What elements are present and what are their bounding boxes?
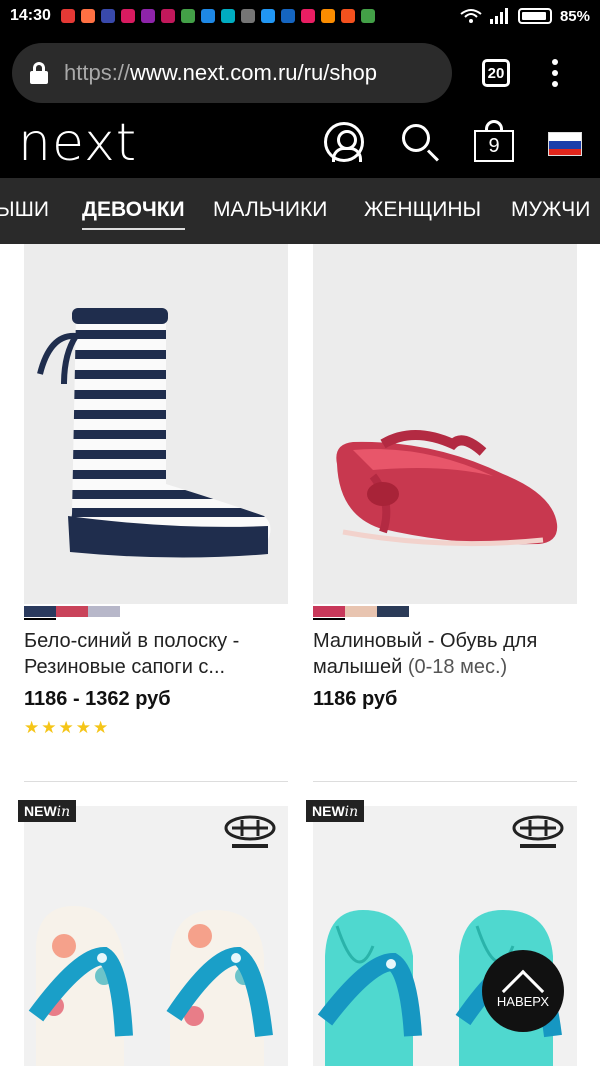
- notification-icon: [100, 9, 115, 23]
- notification-icon: [260, 9, 275, 23]
- badge-text-italic: in: [56, 804, 71, 820]
- status-time: 14:30: [10, 7, 51, 24]
- notification-icon: [280, 9, 295, 23]
- product-image[interactable]: [313, 244, 577, 604]
- back-to-top-button[interactable]: НАВЕРХ: [482, 950, 564, 1032]
- color-swatch[interactable]: [24, 606, 56, 617]
- color-swatch[interactable]: [377, 606, 409, 617]
- notification-icon: [300, 9, 315, 23]
- notification-icon: [80, 9, 95, 23]
- animal-brand-logo: [510, 814, 566, 854]
- browser-menu-icon[interactable]: [552, 59, 558, 87]
- color-swatches[interactable]: [313, 606, 409, 617]
- battery-icon: [517, 8, 552, 24]
- wifi-icon: [460, 9, 482, 23]
- nav-item[interactable]: ДЕВОЧКИ: [82, 178, 185, 244]
- product-price: 1186 руб: [313, 688, 398, 710]
- title-text: малышей: [313, 656, 408, 678]
- color-swatches[interactable]: [24, 606, 120, 617]
- product-title-line: Бело-синий в полоску -: [24, 630, 240, 652]
- selected-swatch-indicator: [24, 618, 56, 620]
- star-icon: ★: [75, 718, 91, 737]
- nav-item[interactable]: ЫШИ: [0, 178, 49, 244]
- category-nav: ЫШИ ДЕВОЧКИ МАЛЬЧИКИ ЖЕНЩИНЫ МУЖЧИ: [0, 178, 600, 244]
- status-bar: 14:30 85%: [0, 0, 600, 32]
- nav-item[interactable]: ЖЕНЩИНЫ: [364, 178, 481, 244]
- notification-icons: [60, 9, 375, 23]
- browser-toolbar: https://www.next.com.ru/ru/shop 20: [0, 32, 600, 114]
- badge-text: NEW: [312, 803, 345, 819]
- pink-baby-shoe-image: [336, 430, 558, 547]
- star-icon: ★: [93, 718, 109, 737]
- product-title-line: Малиновый - Обувь для: [313, 630, 538, 652]
- title-age-range: (0-18 мес.): [407, 656, 508, 678]
- new-in-badge: NEWin: [18, 800, 77, 822]
- product-title[interactable]: Бело-синий в полоску - Резиновые сапоги …: [24, 628, 288, 680]
- star-icon: ★: [41, 718, 57, 737]
- notification-icon: [140, 9, 155, 23]
- status-right: 85%: [460, 8, 590, 25]
- nav-item[interactable]: МАЛЬЧИКИ: [213, 178, 327, 244]
- product-image[interactable]: [24, 244, 288, 604]
- url-scheme: https://: [64, 60, 131, 85]
- signal-icon: [489, 8, 508, 24]
- url-bar[interactable]: https://www.next.com.ru/ru/shop: [12, 43, 452, 103]
- notification-icon: [160, 9, 175, 23]
- search-icon[interactable]: [400, 122, 440, 162]
- notification-icon: [200, 9, 215, 23]
- tab-switcher-button[interactable]: 20: [482, 59, 510, 87]
- battery-percent: 85%: [559, 7, 590, 25]
- account-icon[interactable]: [324, 122, 364, 162]
- nav-item[interactable]: МУЖЧИ: [511, 178, 590, 244]
- notification-icon: [120, 9, 135, 23]
- divider: [313, 781, 577, 782]
- rating-stars: ★ ★ ★ ★ ★: [24, 718, 108, 738]
- notification-icon: [360, 9, 375, 23]
- url-text[interactable]: https://www.next.com.ru/ru/shop: [64, 60, 377, 86]
- lock-icon: [30, 62, 48, 84]
- back-to-top-label: НАВЕРХ: [496, 994, 550, 1009]
- star-icon: ★: [58, 718, 74, 737]
- url-host: www.next.com.ru/ru/shop: [130, 60, 378, 85]
- color-swatch[interactable]: [345, 606, 377, 617]
- new-in-badge: NEWin: [306, 800, 365, 822]
- product-title[interactable]: Малиновый - Обувь для малышей (0-18 мес.…: [313, 628, 577, 680]
- next-logo[interactable]: next: [18, 114, 137, 172]
- product-price: 1186 - 1362 руб: [24, 688, 171, 710]
- notification-icon: [320, 9, 335, 23]
- animal-brand-logo: [222, 814, 278, 854]
- shopping-bag-icon[interactable]: 9: [474, 120, 514, 164]
- notification-icon: [240, 9, 255, 23]
- notification-icon: [60, 9, 75, 23]
- selected-swatch-indicator: [313, 618, 345, 620]
- badge-text: NEW: [24, 803, 57, 819]
- notification-icon: [340, 9, 355, 23]
- color-swatch[interactable]: [56, 606, 88, 617]
- product-title-line: малышей (0-18 мес.): [313, 654, 577, 680]
- divider: [24, 781, 288, 782]
- star-icon: ★: [24, 718, 40, 737]
- badge-text-italic: in: [344, 804, 359, 820]
- russia-flag-icon[interactable]: [548, 132, 582, 156]
- notification-icon: [220, 9, 235, 23]
- color-swatch[interactable]: [313, 606, 345, 617]
- striped-rain-boot-image: [37, 308, 271, 558]
- bag-count: 9: [474, 130, 514, 162]
- product-title-line: Резиновые сапоги с...: [24, 656, 226, 678]
- site-header: next 9: [0, 114, 600, 178]
- notification-icon: [180, 9, 195, 23]
- color-swatch[interactable]: [88, 606, 120, 617]
